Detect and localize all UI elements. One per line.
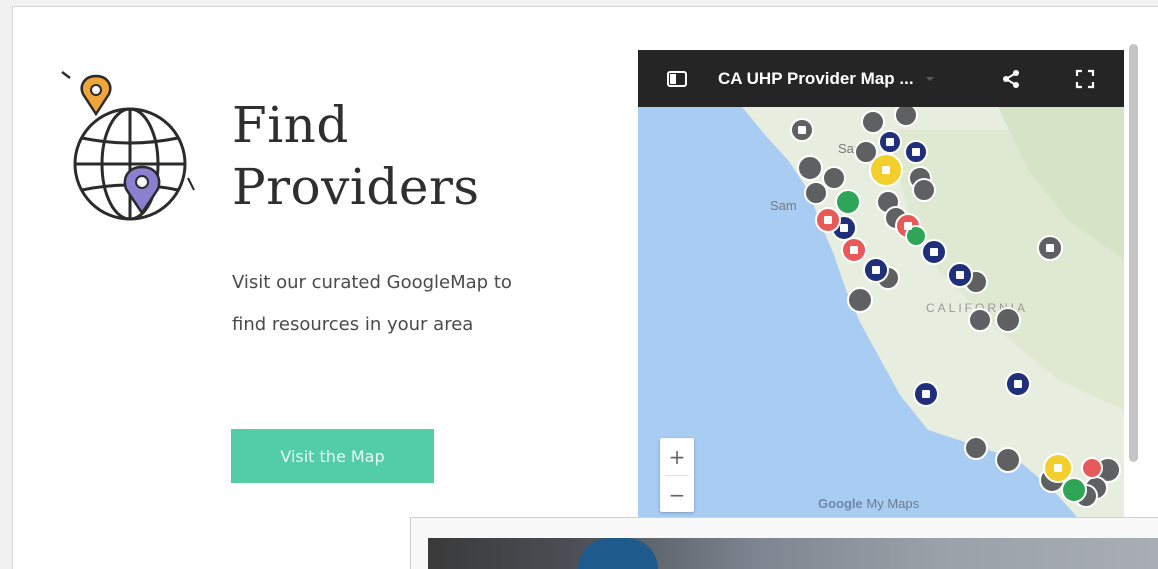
map-marker[interactable] [912, 178, 936, 202]
map-marker[interactable] [835, 189, 861, 215]
map-header-bar: CA UHP Provider Map ... [638, 50, 1124, 107]
map-marker[interactable] [804, 181, 828, 205]
map-marker[interactable] [964, 436, 988, 460]
map-marker[interactable] [861, 110, 885, 134]
zoom-out-button[interactable]: − [660, 476, 694, 513]
map-marker[interactable] [968, 308, 992, 332]
dropdown-icon[interactable] [924, 73, 936, 85]
map-marker[interactable] [894, 103, 918, 127]
map-label-sam: Sam [770, 198, 797, 213]
map-marker[interactable] [995, 447, 1021, 473]
section-description: Visit our curated GoogleMap to find reso… [232, 262, 602, 346]
map-marker[interactable] [1081, 457, 1103, 479]
page-title: Find Providers [232, 94, 572, 218]
description-line-1: Visit our curated GoogleMap to [232, 272, 512, 293]
description-line-2: find resources in your area [232, 314, 474, 335]
map-marker[interactable] [847, 287, 873, 313]
my-maps-label: My Maps [866, 496, 920, 511]
title-line-2: Providers [232, 158, 480, 216]
fullscreen-icon[interactable] [1074, 68, 1096, 90]
google-logo: Google [818, 496, 863, 511]
panel-image-shape [578, 538, 658, 569]
map-attribution: Google My Maps [818, 496, 919, 511]
zoom-in-button[interactable]: + [660, 438, 694, 475]
embedded-map[interactable]: Sam San CALIFORNIA CA UHP Provider Map .… [638, 50, 1124, 518]
globe-location-pin-icon [61, 71, 195, 221]
share-icon[interactable] [1000, 68, 1022, 90]
map-canvas[interactable]: Sam San CALIFORNIA [638, 50, 1124, 518]
map-marker[interactable] [995, 307, 1021, 333]
map-zoom-control: + − [660, 438, 694, 512]
page-scrollbar-thumb[interactable] [1129, 44, 1138, 462]
visit-map-button[interactable]: Visit the Map [231, 429, 434, 483]
title-line-1: Find [232, 96, 349, 154]
panel-image [428, 538, 1158, 569]
map-marker[interactable] [797, 155, 823, 181]
map-marker[interactable] [822, 166, 846, 190]
legend-panel-icon[interactable] [666, 68, 688, 90]
map-marker[interactable] [1061, 477, 1087, 503]
map-title[interactable]: CA UHP Provider Map ... [718, 69, 914, 89]
